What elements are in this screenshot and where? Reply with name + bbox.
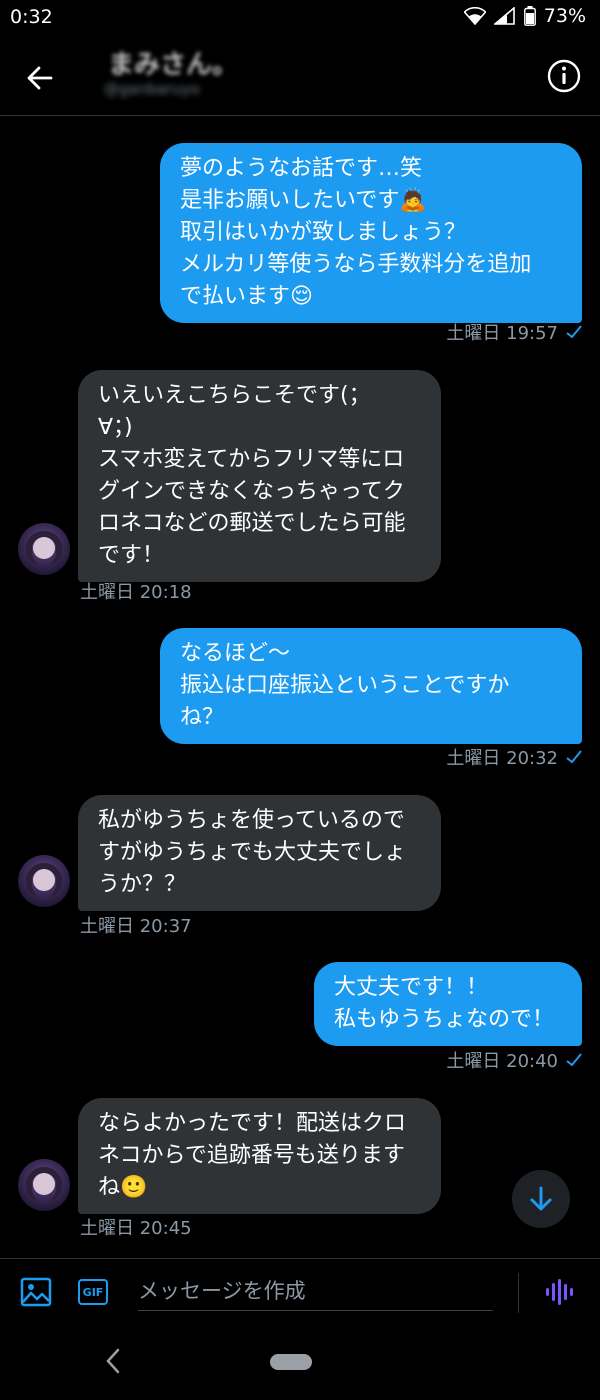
timestamp-text: 土曜日 20:37 xyxy=(80,916,192,937)
image-button[interactable] xyxy=(20,1277,52,1311)
timestamp-text: 土曜日 20:18 xyxy=(80,582,192,603)
battery-percent: 73% xyxy=(543,5,586,27)
timestamp-text: 土曜日 20:32 xyxy=(446,748,558,769)
timestamp-text: 土曜日 19:57 xyxy=(446,323,558,344)
arrow-down-icon xyxy=(530,1186,552,1211)
timestamp-text: 土曜日 20:40 xyxy=(446,1051,558,1072)
wifi-icon xyxy=(463,7,486,25)
message-timestamp: 土曜日 20:40 xyxy=(446,1047,582,1073)
message-timestamp: 土曜日 20:45 xyxy=(80,1214,192,1240)
arrow-left-icon xyxy=(27,66,53,90)
check-icon xyxy=(566,325,582,339)
voice-message-button[interactable] xyxy=(545,1277,573,1311)
info-button[interactable] xyxy=(546,58,582,94)
message-timestamp: 土曜日 20:37 xyxy=(80,912,192,938)
image-icon xyxy=(20,1277,52,1307)
status-icons: 73% xyxy=(463,5,586,27)
nav-home-button[interactable] xyxy=(270,1354,312,1370)
message-bubble-received[interactable]: ならよかったです！配送はクロ ネコからで追跡番号も送ります ね🙂 xyxy=(78,1098,441,1214)
contact-handle: @ganbaruyo xyxy=(104,80,200,98)
conversation-header: まみさん。 @ganbaruyo xyxy=(0,36,600,116)
voice-icon xyxy=(546,1279,573,1305)
avatar[interactable] xyxy=(18,855,70,907)
message-bubble-received[interactable]: 私がゆうちょを使っているので すがゆうちょでも大丈夫でしょ うか？？ xyxy=(78,795,441,911)
composer-divider xyxy=(518,1273,519,1313)
message-bubble-sent[interactable]: なるほど〜 振込は口座振込ということですか ね？ xyxy=(160,628,582,744)
message-timestamp: 土曜日 20:18 xyxy=(80,578,192,604)
scroll-to-bottom-button[interactable] xyxy=(512,1170,570,1228)
message-input[interactable] xyxy=(138,1271,493,1311)
timestamp-text: 土曜日 20:45 xyxy=(80,1218,192,1239)
gif-button[interactable]: GIF xyxy=(78,1279,108,1305)
message-composer: GIF xyxy=(0,1258,600,1324)
chevron-left-icon xyxy=(106,1348,120,1374)
contact-name[interactable]: まみさん。 xyxy=(108,44,238,81)
info-icon xyxy=(547,59,581,93)
message-thread[interactable]: 夢のようなお話です…笑 是非お願いしたいです🙇 取引はいかが致しましょう？ メル… xyxy=(0,117,600,1257)
avatar[interactable] xyxy=(18,1159,70,1211)
back-button[interactable] xyxy=(20,58,60,98)
system-nav-bar xyxy=(0,1324,600,1400)
avatar[interactable] xyxy=(18,523,70,575)
gif-label: GIF xyxy=(82,1285,104,1299)
signal-icon xyxy=(493,7,515,25)
battery-icon xyxy=(523,6,536,26)
nav-back-button[interactable] xyxy=(104,1348,122,1378)
message-bubble-received[interactable]: いえいえこちらこそです(； ∀；) スマホ変えてからフリマ等にロ グインできなく… xyxy=(78,370,441,582)
status-bar: 0:32 73% xyxy=(0,0,600,36)
check-icon xyxy=(566,750,582,764)
message-timestamp: 土曜日 19:57 xyxy=(446,319,582,345)
status-time: 0:32 xyxy=(10,6,53,28)
message-bubble-sent[interactable]: 大丈夫です！！ 私もゆうちょなので！ xyxy=(314,962,582,1046)
message-timestamp: 土曜日 20:32 xyxy=(446,744,582,770)
check-icon xyxy=(566,1053,582,1067)
message-bubble-sent[interactable]: 夢のようなお話です…笑 是非お願いしたいです🙇 取引はいかが致しましょう？ メル… xyxy=(160,143,582,323)
